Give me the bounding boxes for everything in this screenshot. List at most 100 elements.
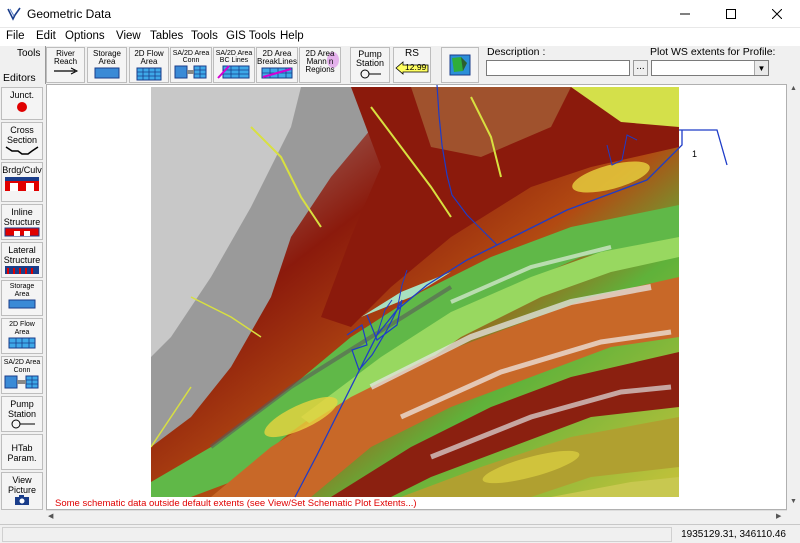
rs-tool-label: RS	[405, 48, 419, 59]
pump-icon	[360, 69, 381, 79]
river-reach-line[interactable]	[294, 130, 683, 498]
sa-2d-area-bc-lines-tool-button[interactable]: SA/2D Area BC Lines	[213, 47, 255, 83]
cursor-coordinates: 1935129.31, 346110.46	[681, 529, 786, 540]
sa-2d-connection-editor-icon	[4, 375, 39, 389]
htab-param-editor-button[interactable]: HTab Param.	[1, 434, 43, 470]
description-label: Description :	[487, 46, 546, 58]
inline-structure-editor-button[interactable]: Inline Structure	[1, 204, 43, 240]
arrow-right-icon	[53, 67, 78, 75]
maximize-icon	[726, 9, 736, 19]
menu-view[interactable]: View	[116, 30, 141, 42]
storage-area-tool-label: Storage Area	[92, 49, 122, 66]
toolbar: Tools River Reach Storage Area 2D Flow A…	[0, 46, 800, 84]
storage-area-tool-button[interactable]: Storage Area	[87, 47, 127, 83]
menu-gis-tools[interactable]: GIS Tools	[226, 30, 276, 42]
schematic-overlay: 1	[294, 85, 728, 498]
menu-options[interactable]: Options	[65, 30, 105, 42]
status-bar: 1935129.31, 346110.46	[0, 524, 800, 543]
menu-tools[interactable]: Tools	[191, 30, 218, 42]
gis-map-button[interactable]	[441, 47, 479, 83]
description-input[interactable]	[486, 60, 630, 76]
vertical-scrollbar[interactable]: ▲ ▼	[787, 84, 800, 510]
reach-extension-line[interactable]	[679, 129, 728, 166]
2d-flow-area-tool-button[interactable]: 2D Flow Area	[129, 47, 169, 83]
rs-value-box: 12.99	[395, 60, 429, 75]
editors-label: Editors	[3, 72, 36, 84]
sa-2d-area-conn-tool-button[interactable]: SA/2D Area Conn	[170, 47, 212, 83]
sa-2d-connection-icon	[174, 65, 207, 79]
extents-warning-text: Some schematic data outside default exte…	[55, 498, 417, 509]
title-bar: Geometric Data	[0, 0, 800, 28]
storage-area-editor-icon	[8, 299, 36, 309]
brdg-culv-label: Brdg/Culv	[2, 165, 42, 175]
close-icon	[772, 9, 782, 19]
hec-ras-app-icon	[7, 7, 21, 21]
cross-section-editor-button[interactable]: Cross Section	[1, 122, 43, 160]
storage-area-editor-button[interactable]: Storage Area	[1, 280, 43, 316]
2d-area-breaklines-tool-button[interactable]: 2D Area BreakLines	[256, 47, 298, 83]
editors-panel: Editors Junct. Cross Section Brdg/Culv I…	[0, 72, 46, 524]
inline-structure-icon	[4, 227, 40, 237]
cross-section-label: Cross Section	[6, 125, 38, 145]
menu-help[interactable]: Help	[280, 30, 304, 42]
junct-label: Junct.	[9, 90, 34, 100]
menu-bar: File Edit Options View Tables Tools GIS …	[0, 28, 800, 46]
cross-section-icon	[5, 146, 39, 155]
junction-network[interactable]	[346, 299, 403, 372]
plot-ws-profile-select[interactable]: ▼	[651, 60, 769, 76]
menu-file[interactable]: File	[6, 30, 25, 42]
reach-label: 1	[692, 149, 697, 159]
pump-station-editor-button[interactable]: Pump Station	[1, 396, 43, 432]
close-button[interactable]	[754, 0, 800, 28]
2d-flow-area-tool-label: 2D Flow Area	[134, 49, 164, 66]
scroll-down-icon[interactable]: ▼	[790, 498, 797, 505]
menu-tables[interactable]: Tables	[150, 30, 183, 42]
menu-edit[interactable]: Edit	[36, 30, 56, 42]
window-title: Geometric Data	[27, 7, 112, 21]
2d-flow-grid-icon	[136, 67, 162, 81]
2d-flow-area-editor-button[interactable]: 2D Flow Area	[1, 318, 43, 354]
storage-area-icon	[94, 67, 120, 79]
minimize-icon	[680, 13, 690, 15]
2d-flow-area-editor-label: 2D Flow Area	[9, 321, 35, 336]
lateral-structure-label: Lateral Structure	[3, 245, 41, 265]
rs-tool-button[interactable]: RS 12.99	[393, 47, 431, 83]
lateral-structure-icon	[5, 266, 39, 274]
camera-icon	[15, 495, 29, 505]
2d-area-mann-n-regions-tool-button[interactable]: 2D Area Mann n Regions	[299, 47, 341, 83]
river-reach-label: River Reach	[53, 49, 78, 66]
minimize-button[interactable]	[662, 0, 708, 28]
scroll-up-icon[interactable]: ▲	[790, 85, 797, 92]
inline-structure-label: Inline Structure	[3, 207, 41, 227]
manning-tool-label: 2D Area Mann n Regions	[305, 49, 335, 74]
junction-editor-button[interactable]: Junct.	[1, 87, 43, 120]
pump-editor-icon	[11, 419, 35, 429]
pump-station-editor-label: Pump Station	[7, 399, 37, 419]
lateral-structure-editor-button[interactable]: Lateral Structure	[1, 242, 43, 278]
rs-value: 12.99	[405, 62, 427, 72]
scroll-left-icon[interactable]: ◀	[48, 512, 53, 520]
2d-flow-grid-editor-icon	[8, 337, 36, 349]
map-icon	[449, 54, 471, 76]
junction-dot-icon	[17, 102, 27, 112]
description-more-button[interactable]: ...	[633, 60, 648, 76]
view-picture-label: View Picture	[7, 475, 36, 495]
bridge-culvert-editor-button[interactable]: Brdg/Culv	[1, 162, 43, 202]
breaklines-tool-label: 2D Area BreakLines	[256, 49, 298, 66]
sa-2d-conn-editor-label: SA/2D Area Conn	[3, 359, 41, 374]
pump-station-tool-button[interactable]: Pump Station	[350, 47, 390, 83]
geometry-schematic-canvas[interactable]: 1 Some schematic data outside default ex…	[46, 84, 787, 510]
horizontal-scrollbar[interactable]: ◀ ▶	[46, 510, 787, 523]
status-panel	[2, 527, 672, 542]
sa-2d-conn-tool-label: SA/2D Area Conn	[172, 50, 210, 64]
tributary-line[interactable]	[436, 85, 498, 246]
dropdown-arrow-icon[interactable]: ▼	[754, 61, 768, 75]
sa-2d-bc-tool-label: SA/2D Area BC Lines	[215, 50, 253, 64]
view-picture-button[interactable]: View Picture	[1, 472, 43, 510]
river-reach-tool-button[interactable]: River Reach	[46, 47, 85, 83]
maximize-button[interactable]	[708, 0, 754, 28]
storage-area-editor-label: Storage Area	[9, 283, 35, 298]
sa-2d-area-conn-editor-button[interactable]: SA/2D Area Conn	[1, 356, 43, 394]
htab-label: HTab Param.	[7, 443, 37, 463]
scroll-right-icon[interactable]: ▶	[776, 512, 781, 520]
